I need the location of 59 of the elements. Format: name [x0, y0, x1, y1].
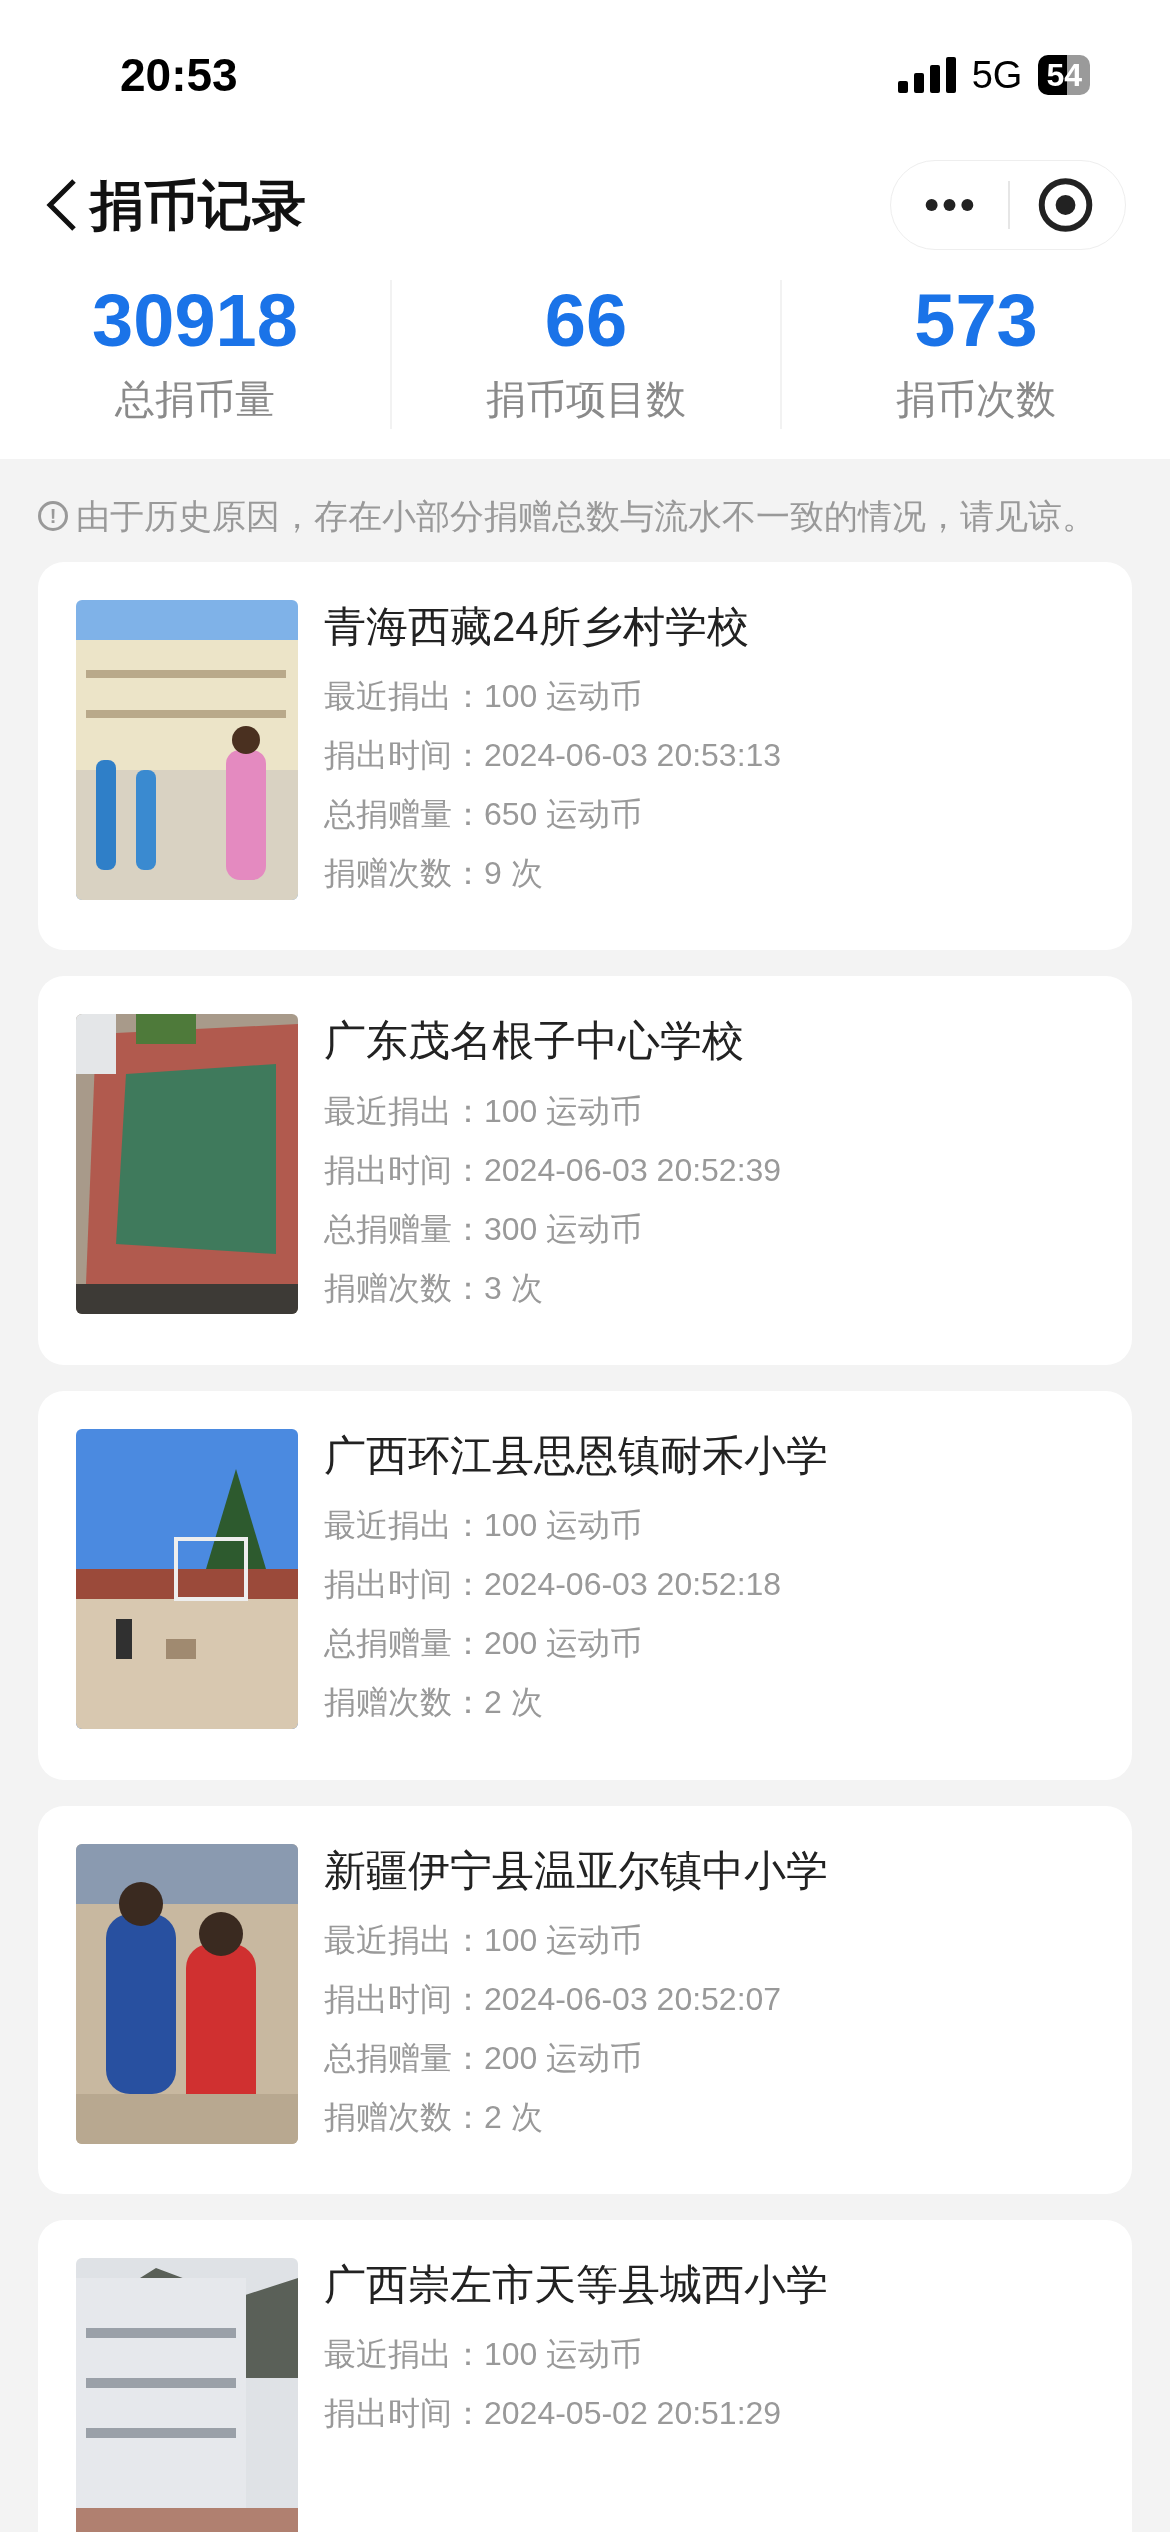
- field-label: 捐出时间：: [324, 736, 484, 775]
- field-label: 捐赠次数：: [324, 2097, 484, 2137]
- field-label: 总捐赠量：: [324, 795, 484, 834]
- record-card[interactable]: 广西环江县思恩镇耐禾小学 最近捐出：100 运动币 捐出时间：2024-06-03 20:52:18 总捐赠量：200 运动币 捐赠次数：2 次: [38, 1391, 1132, 1780]
- field-label: 捐出时间：: [324, 1979, 484, 2019]
- field-value: 2024-06-03 20:52:39: [484, 1150, 782, 1190]
- field-value: 200 运动币: [484, 1624, 643, 1664]
- record-card[interactable]: 新疆伊宁县温亚尔镇中小学 最近捐出：100 运动币 捐出时间：2024-06-03 20:52:07 总捐赠量：200 运动币 捐赠次数：2 次: [38, 1805, 1132, 2195]
- field-value: 650 运动币: [484, 795, 643, 834]
- record-card[interactable]: 青海西藏24所乡村学校 最近捐出：100 运动币 捐出时间：2024-06-03 20:53:13 总捐赠量：650 运动币 捐赠次数：9 次: [38, 561, 1132, 951]
- field-value: 2024-06-03 20:52:07: [484, 1979, 782, 2019]
- status-time: 20:53: [120, 47, 238, 103]
- field-label: 最近捐出：: [324, 1920, 484, 1960]
- field-value: 3 次: [484, 1268, 543, 1308]
- stat-value: 573: [914, 280, 1038, 362]
- field-label: 最近捐出：: [324, 677, 484, 716]
- stat-value: 66: [544, 280, 628, 362]
- field-value: 2 次: [484, 1683, 543, 1723]
- field-label: 捐出时间：: [324, 1150, 484, 1190]
- field-label: 捐出时间：: [324, 2394, 484, 2434]
- record-card[interactable]: 广东茂名根子中心学校 最近捐出：100 运动币 捐出时间：2024-06-03 20:52:39 总捐赠量：300 运动币 捐赠次数：3 次: [38, 976, 1132, 1366]
- field-label: 捐赠次数：: [324, 1683, 484, 1723]
- field-label: 总捐赠量：: [324, 2038, 484, 2078]
- field-value: 100 运动币: [484, 1506, 643, 1546]
- page-title: 捐币记录: [90, 173, 306, 237]
- field-label: 总捐赠量：: [324, 1209, 484, 1249]
- network-label: 5G: [971, 52, 1023, 98]
- info-icon: !: [38, 501, 68, 532]
- school-name: 广西崇左市天等县城西小学: [324, 2260, 828, 2311]
- record-card[interactable]: 广西崇左市天等县城西小学 最近捐出：100 运动币 捐出时间：2024-05-02 20:51:29: [38, 2220, 1132, 2532]
- field-value: 300 运动币: [484, 1209, 643, 1249]
- field-value: 200 运动币: [484, 2038, 643, 2078]
- field-label: 总捐赠量：: [324, 1624, 484, 1664]
- notice-text: 由于历史原因，存在小部分捐赠总数与流水不一致的情况，请见谅。: [76, 496, 1096, 538]
- field-label: 捐赠次数：: [324, 1268, 484, 1308]
- field-label: 捐赠次数：: [324, 854, 484, 893]
- field-value: 100 运动币: [484, 1091, 643, 1131]
- field-label: 最近捐出：: [324, 1091, 484, 1131]
- field-value: 2024-06-03 20:52:18: [484, 1565, 782, 1605]
- field-value: 2024-05-02 20:51:29: [484, 2394, 782, 2434]
- stat-value: 30918: [92, 280, 298, 362]
- stat-label: 捐币次数: [896, 376, 1056, 424]
- field-value: 9 次: [484, 854, 543, 893]
- field-value: 100 运动币: [484, 1920, 643, 1960]
- field-value: 2024-06-03 20:53:13: [484, 736, 782, 775]
- field-value: 100 运动币: [484, 2335, 643, 2375]
- field-label: 最近捐出：: [324, 1506, 484, 1546]
- back-icon[interactable]: [44, 177, 78, 233]
- school-name: 青海西藏24所乡村学校: [324, 601, 750, 652]
- school-name: 广东茂名根子中心学校: [324, 1016, 745, 1067]
- field-label: 最近捐出：: [324, 2335, 484, 2375]
- stat-label: 捐币项目数: [486, 376, 686, 424]
- school-name: 新疆伊宁县温亚尔镇中小学: [324, 1845, 828, 1896]
- field-value: 100 运动币: [484, 677, 643, 716]
- field-value: 2 次: [484, 2097, 543, 2137]
- school-name: 广西环江县思恩镇耐禾小学: [324, 1431, 828, 1482]
- signal-icon: [897, 57, 956, 93]
- stat-label: 总捐币量: [115, 376, 275, 424]
- field-label: 捐出时间：: [324, 1565, 484, 1605]
